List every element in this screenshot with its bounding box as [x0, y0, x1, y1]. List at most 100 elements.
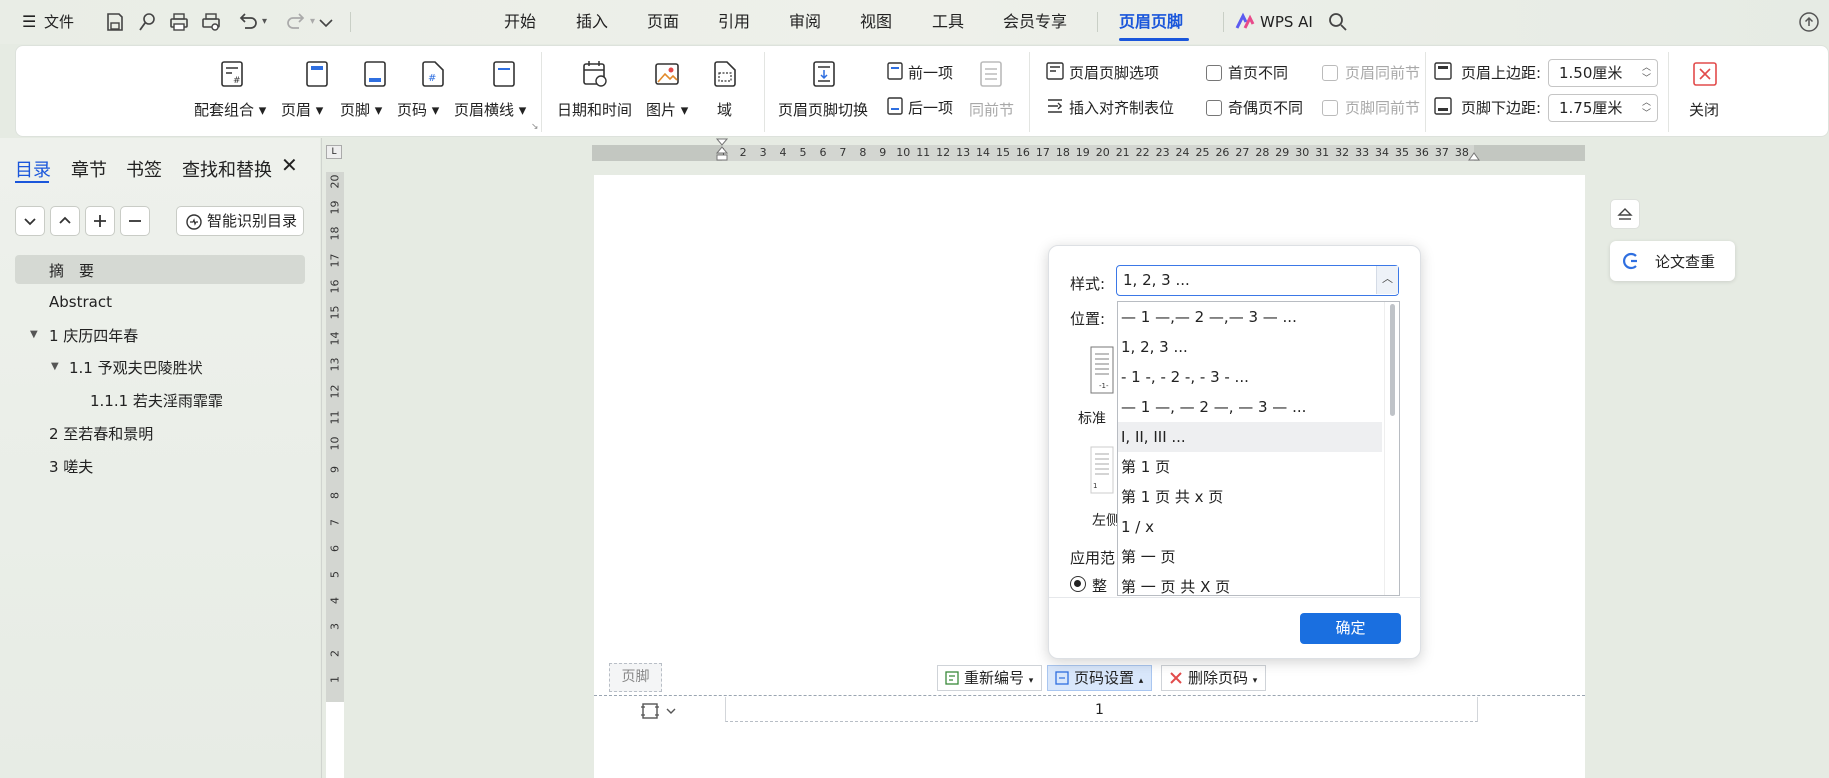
- right-indent-marker-icon[interactable]: [1468, 148, 1480, 162]
- chevron-up-icon[interactable]: ︿: [1376, 266, 1398, 294]
- prev-item-icon: [887, 62, 903, 80]
- header-same-prev-checkbox[interactable]: [1322, 65, 1338, 81]
- cloud-upload-icon[interactable]: [1797, 10, 1821, 34]
- wps-ai-button[interactable]: WPS AI: [1260, 0, 1313, 44]
- prev-item-button[interactable]: 前一项: [908, 62, 953, 83]
- style-option[interactable]: 第 1 页: [1118, 452, 1382, 482]
- renumber-button[interactable]: 重新编号 ▾: [937, 665, 1043, 691]
- field-button[interactable]: 域: [717, 99, 732, 120]
- style-option[interactable]: 第 一 页 共 X 页: [1118, 572, 1382, 595]
- tab-start[interactable]: 开始: [504, 0, 536, 44]
- tab-page[interactable]: 页面: [647, 0, 679, 44]
- header-footer-switch-button[interactable]: 页眉页脚切换: [778, 99, 868, 120]
- apply-whole-radio[interactable]: [1070, 576, 1086, 592]
- format-painter-icon[interactable]: [135, 10, 159, 34]
- style-option[interactable]: 1 / x: [1118, 512, 1382, 542]
- toc-item-ch1-1-1[interactable]: 1.1.1 若夫淫雨霏霏: [90, 390, 223, 411]
- picture-button[interactable]: 图片 ▾: [646, 99, 688, 120]
- file-menu[interactable]: 文件: [44, 0, 74, 44]
- footer-same-prev-checkbox[interactable]: [1322, 100, 1338, 116]
- toc-item-abstract-cn[interactable]: 摘 要: [49, 260, 94, 281]
- style-option[interactable]: 1, 2, 3 ...: [1118, 332, 1382, 362]
- list-scrollbar[interactable]: [1384, 302, 1399, 595]
- nav-tab-toc[interactable]: 目录: [15, 156, 51, 182]
- list-scrollbar-thumb[interactable]: [1390, 304, 1395, 416]
- tab-review[interactable]: 审阅: [789, 0, 821, 44]
- page-number-button[interactable]: 页码 ▾: [397, 99, 439, 120]
- collapse-down-icon[interactable]: [15, 206, 45, 236]
- add-icon[interactable]: [85, 206, 115, 236]
- ruler-corner-tab-icon[interactable]: L: [326, 145, 342, 159]
- nav-tab-find-replace[interactable]: 查找和替换: [182, 156, 272, 182]
- undo-dropdown-icon[interactable]: ▾: [262, 0, 267, 44]
- expand-triangle-icon[interactable]: ▼: [51, 361, 59, 372]
- first-page-diff-checkbox[interactable]: [1206, 65, 1222, 81]
- expand-triangle-icon[interactable]: ▼: [30, 329, 38, 340]
- close-icon[interactable]: ✕: [281, 153, 298, 177]
- style-option[interactable]: - 1 -, - 2 -, - 3 - ...: [1118, 362, 1382, 392]
- chevron-down-icon[interactable]: [314, 10, 338, 34]
- print-icon[interactable]: [167, 10, 191, 34]
- nav-tab-chapter[interactable]: 章节: [71, 156, 107, 182]
- spin-up-icon[interactable]: ︿: [1642, 98, 1651, 108]
- spin-up-icon[interactable]: ︿: [1642, 63, 1651, 73]
- style-option[interactable]: 第 1 页 共 x 页: [1118, 482, 1382, 512]
- collapse-up-icon[interactable]: [50, 206, 80, 236]
- header-line-button[interactable]: 页眉横线 ▾: [454, 99, 526, 120]
- nav-tab-bookmark[interactable]: 书签: [126, 156, 162, 182]
- toc-item-ch1[interactable]: 1 庆历四年春: [49, 325, 138, 346]
- paper-check-button[interactable]: 论文查重: [1610, 241, 1735, 281]
- collapse-panel-button[interactable]: [1610, 199, 1640, 229]
- remove-icon[interactable]: [120, 206, 150, 236]
- close-icon[interactable]: [1691, 59, 1719, 89]
- style-select[interactable]: 1, 2, 3 ... ︿: [1116, 265, 1399, 296]
- date-time-button[interactable]: 日期和时间: [557, 99, 632, 120]
- print-preview-icon[interactable]: [199, 10, 223, 34]
- toc-item-ch3[interactable]: 3 嗟夫: [49, 456, 93, 477]
- toc-item-abstract-en[interactable]: Abstract: [49, 293, 112, 311]
- indent-marker-icon[interactable]: [716, 138, 728, 172]
- bundle-button[interactable]: 配套组合 ▾: [194, 99, 266, 120]
- ruler-tick-label: 29: [1275, 146, 1290, 159]
- style-option[interactable]: — 1 —,— 2 —,— 3 — ...: [1118, 302, 1382, 332]
- group-expand-icon[interactable]: ↘: [531, 122, 539, 132]
- same-as-prev-button[interactable]: 同前节: [969, 99, 1014, 120]
- chevron-down-icon[interactable]: [664, 704, 678, 718]
- header-button[interactable]: 页眉 ▾: [281, 99, 323, 120]
- style-option[interactable]: — 1 —, — 2 —, — 3 — ...: [1118, 392, 1382, 422]
- tab-insert[interactable]: 插入: [576, 0, 608, 44]
- delete-page-number-button[interactable]: 删除页码 ▾: [1161, 665, 1267, 691]
- save-icon[interactable]: [103, 10, 127, 34]
- tab-tools[interactable]: 工具: [932, 0, 964, 44]
- next-item-button[interactable]: 后一项: [908, 97, 953, 118]
- spin-down-icon[interactable]: ﹀: [1642, 109, 1651, 119]
- header-top-margin-input[interactable]: 1.50厘米 ︿ ﹀: [1548, 59, 1658, 87]
- search-icon[interactable]: [1326, 10, 1350, 34]
- style-option[interactable]: 第 一 页: [1118, 542, 1382, 572]
- style-option-highlighted[interactable]: I, II, III ...: [1118, 422, 1382, 452]
- footer-bottom-margin-input[interactable]: 1.75厘米 ︿ ﹀: [1548, 94, 1658, 122]
- footer-button[interactable]: 页脚 ▾: [340, 99, 382, 120]
- tab-member[interactable]: 会员专享: [1003, 0, 1067, 44]
- tab-reference[interactable]: 引用: [718, 0, 750, 44]
- position-left-preview-icon[interactable]: 1: [1090, 446, 1114, 494]
- toc-item-ch1-1[interactable]: 1.1 予观夫巴陵胜状: [69, 357, 203, 378]
- tab-view[interactable]: 视图: [860, 0, 892, 44]
- ok-button[interactable]: 确定: [1300, 613, 1401, 644]
- spin-down-icon[interactable]: ﹀: [1642, 74, 1651, 84]
- pane-divider[interactable]: [321, 138, 322, 778]
- position-standard-preview-icon[interactable]: -1-: [1090, 346, 1114, 394]
- redo-icon[interactable]: [284, 10, 308, 34]
- insert-align-tab-button[interactable]: 插入对齐制表位: [1069, 97, 1174, 118]
- hamburger-icon[interactable]: ☰: [22, 0, 36, 44]
- odd-even-diff-checkbox[interactable]: [1206, 100, 1222, 116]
- toc-item-ch2[interactable]: 2 至若春和景明: [49, 423, 153, 444]
- smart-toc-button[interactable]: 智能识别目录: [176, 206, 304, 236]
- hf-options-button[interactable]: 页眉页脚选项: [1069, 62, 1159, 83]
- footer-layout-icon[interactable]: [640, 701, 660, 721]
- undo-icon[interactable]: [236, 10, 260, 34]
- close-button[interactable]: 关闭: [1689, 99, 1719, 120]
- horizontal-ruler[interactable]: 6543211234567891011121314151617181920212…: [592, 145, 1585, 161]
- vertical-ruler[interactable]: 201918171615141312111098765432112: [326, 172, 344, 778]
- page-number-setup-button[interactable]: 页码设置 ▴: [1047, 665, 1153, 691]
